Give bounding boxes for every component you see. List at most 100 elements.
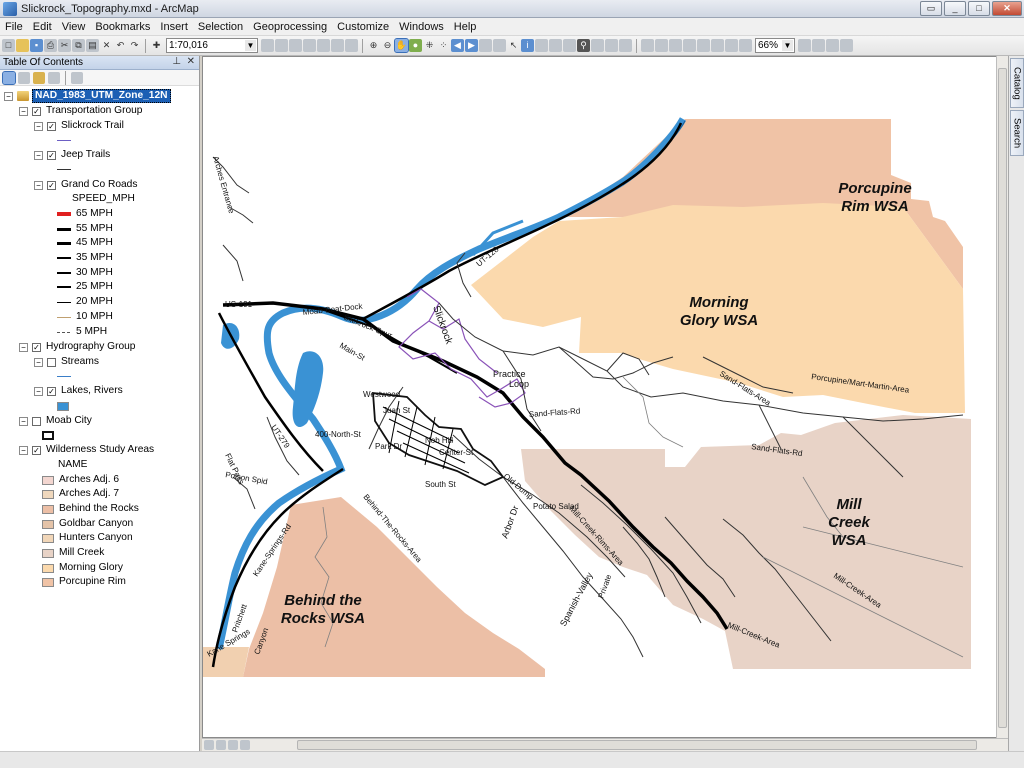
- go-to-xy-icon[interactable]: [605, 39, 618, 52]
- menu-file[interactable]: File: [0, 21, 28, 33]
- full-extent-icon[interactable]: ●: [409, 39, 422, 52]
- redo-icon[interactable]: ↷: [128, 39, 141, 52]
- collapse-icon[interactable]: −: [19, 445, 28, 455]
- menu-geoprocessing[interactable]: Geoprocessing: [248, 21, 332, 33]
- visibility-checkbox[interactable]: ✓: [47, 150, 56, 160]
- list-by-drawing-order-icon[interactable]: [2, 70, 16, 85]
- map-canvas[interactable]: Porcupine Rim WSA Morning Glory WSA Mill…: [203, 57, 1008, 738]
- arctoolbox-icon[interactable]: [317, 39, 330, 52]
- collapse-icon[interactable]: −: [34, 180, 43, 190]
- search-tab[interactable]: Search: [1010, 110, 1024, 156]
- minimize-button[interactable]: _: [944, 1, 966, 16]
- layer-transportation-group[interactable]: − ✓ Transportation Group: [19, 104, 142, 118]
- data-driven-pages-icon[interactable]: [840, 39, 853, 52]
- map-horizontal-scrollbar[interactable]: [202, 738, 1008, 751]
- time-slider-icon[interactable]: [619, 39, 632, 52]
- fixed-zoom-out-icon[interactable]: ⁘: [437, 39, 450, 52]
- visibility-checkbox[interactable]: [47, 357, 56, 367]
- table-of-contents-icon[interactable]: [275, 39, 288, 52]
- collapse-icon[interactable]: −: [34, 150, 43, 160]
- close-button[interactable]: ✕: [992, 1, 1022, 16]
- map-scale-field[interactable]: 1:70,016 ▼: [166, 38, 258, 53]
- paste-icon[interactable]: ▤: [86, 39, 99, 52]
- new-document-icon[interactable]: □: [2, 39, 15, 52]
- layer-streams[interactable]: − Streams: [34, 355, 99, 369]
- menu-customize[interactable]: Customize: [332, 21, 394, 33]
- collapse-icon[interactable]: −: [34, 121, 43, 131]
- find-binoculars-icon[interactable]: ⚲: [577, 39, 590, 52]
- visibility-checkbox[interactable]: ✓: [47, 121, 56, 131]
- chevron-down-icon[interactable]: ▼: [782, 40, 793, 51]
- clear-selection-icon[interactable]: [493, 39, 506, 52]
- scroll-thumb[interactable]: [297, 740, 977, 750]
- layer-moab-city[interactable]: − Moab City: [19, 414, 92, 428]
- catalog-tab[interactable]: Catalog: [1010, 58, 1024, 108]
- layout-tool-8-icon[interactable]: [739, 39, 752, 52]
- print-icon[interactable]: ⎙: [44, 39, 57, 52]
- pause-drawing-icon[interactable]: [240, 740, 250, 750]
- layer-grand-co-roads[interactable]: − ✓ Grand Co Roads: [34, 178, 137, 192]
- layer-wilderness-study-areas[interactable]: − ✓ Wilderness Study Areas: [19, 443, 154, 457]
- collapse-icon[interactable]: −: [19, 416, 28, 426]
- layout-tool-7-icon[interactable]: [725, 39, 738, 52]
- menu-help[interactable]: Help: [449, 21, 482, 33]
- zoom-in-icon[interactable]: ⊕: [367, 39, 380, 52]
- maximize-button[interactable]: □: [968, 1, 990, 16]
- select-by-graphics-icon[interactable]: [479, 39, 492, 52]
- measure-icon[interactable]: [563, 39, 576, 52]
- toc-options-icon[interactable]: [71, 71, 83, 84]
- menu-view[interactable]: View: [57, 21, 91, 33]
- lake-polygon[interactable]: [292, 351, 324, 428]
- map-vertical-scrollbar[interactable]: [996, 56, 1008, 738]
- layout-zoom-field[interactable]: 66% ▼: [755, 38, 795, 53]
- collapse-icon[interactable]: −: [34, 386, 43, 396]
- html-popup-icon[interactable]: [549, 39, 562, 52]
- undo-icon[interactable]: ↶: [114, 39, 127, 52]
- chevron-down-icon[interactable]: ▼: [245, 40, 256, 51]
- visibility-checkbox[interactable]: ✓: [32, 342, 41, 352]
- hyperlink-icon[interactable]: [535, 39, 548, 52]
- collapse-icon[interactable]: −: [19, 106, 28, 116]
- close-icon[interactable]: ✕: [187, 56, 195, 67]
- focus-data-frame-icon[interactable]: [812, 39, 825, 52]
- cut-icon[interactable]: ✂: [58, 39, 71, 52]
- layout-tool-5-icon[interactable]: [697, 39, 710, 52]
- pin-icon[interactable]: ⊥: [172, 56, 181, 67]
- refresh-icon[interactable]: [228, 740, 238, 750]
- menu-bookmarks[interactable]: Bookmarks: [90, 21, 155, 33]
- list-by-source-icon[interactable]: [18, 71, 30, 84]
- save-icon[interactable]: ▪: [30, 39, 43, 52]
- layer-slickrock-trail[interactable]: − ✓ Slickrock Trail: [34, 119, 124, 133]
- identify-icon[interactable]: i: [521, 39, 534, 52]
- visibility-checkbox[interactable]: ✓: [47, 180, 56, 190]
- find-route-icon[interactable]: [591, 39, 604, 52]
- layer-lakes-rivers[interactable]: − ✓ Lakes, Rivers: [34, 384, 123, 398]
- collapse-icon[interactable]: −: [34, 357, 43, 367]
- layout-tool-2-icon[interactable]: [655, 39, 668, 52]
- zoom-out-icon[interactable]: ⊖: [381, 39, 394, 52]
- visibility-checkbox[interactable]: ✓: [32, 445, 41, 455]
- layout-tool-6-icon[interactable]: [711, 39, 724, 52]
- layer-hydrography-group[interactable]: − ✓ Hydrography Group: [19, 340, 135, 354]
- forward-extent-icon[interactable]: ▶: [465, 39, 478, 52]
- data-view-icon[interactable]: [216, 740, 226, 750]
- scroll-thumb[interactable]: [998, 68, 1007, 728]
- data-frame-name[interactable]: NAD_1983_UTM_Zone_12N: [32, 89, 171, 103]
- model-builder-icon[interactable]: [345, 39, 358, 52]
- delete-icon[interactable]: ✕: [100, 39, 113, 52]
- menu-insert[interactable]: Insert: [155, 21, 193, 33]
- pan-hand-icon[interactable]: ✋: [394, 38, 409, 53]
- visibility-checkbox[interactable]: ✓: [32, 106, 41, 116]
- copy-icon[interactable]: ⧉: [72, 39, 85, 52]
- fixed-zoom-in-icon[interactable]: ⁜: [423, 39, 436, 52]
- visibility-checkbox[interactable]: ✓: [47, 386, 56, 396]
- layer-jeep-trails[interactable]: − ✓ Jeep Trails: [34, 148, 110, 162]
- layout-view-icon[interactable]: [204, 740, 214, 750]
- layout-tool-3-icon[interactable]: [669, 39, 682, 52]
- add-data-icon[interactable]: ✚: [150, 39, 163, 52]
- list-by-visibility-icon[interactable]: [33, 71, 45, 84]
- editor-toolbar-icon[interactable]: [261, 39, 274, 52]
- select-elements-icon[interactable]: ↖: [507, 39, 520, 52]
- collapse-icon[interactable]: −: [19, 342, 28, 352]
- search-window-icon[interactable]: [303, 39, 316, 52]
